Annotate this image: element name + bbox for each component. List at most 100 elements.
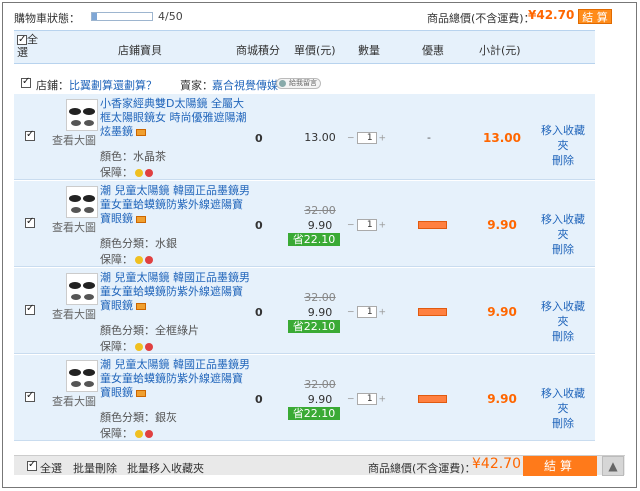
- unit-price: 9.90: [307, 219, 333, 232]
- guarantee-label: 保障：: [100, 340, 133, 353]
- product-title-text[interactable]: 潮 兒童太陽鏡 韓國正品墨鏡男童女童蛤蟆鏡防紫外線遮陽寶寶眼鏡: [100, 271, 250, 312]
- product-title-link[interactable]: 小香家經典雙D太陽鏡 全屬大框太陽眼鏡女 時尚優雅遮陽潮炫墨鏡: [100, 97, 250, 139]
- footer-total-value: ¥42.70: [472, 456, 521, 472]
- qty-minus-button[interactable]: −: [347, 308, 355, 318]
- footer-select-all-label[interactable]: 全選: [40, 460, 62, 476]
- cart-capacity-progress: [91, 12, 153, 21]
- qty-input[interactable]: 1: [356, 219, 377, 231]
- flag-icon: [136, 389, 146, 397]
- delete-item-link[interactable]: 刪除: [536, 329, 590, 344]
- quantity-stepper[interactable]: −1 +: [347, 306, 386, 318]
- qty-input[interactable]: 1: [356, 393, 377, 405]
- qty-minus-button[interactable]: −: [347, 134, 355, 144]
- qty-input[interactable]: 1: [356, 132, 377, 144]
- quantity-stepper[interactable]: −1 +: [347, 219, 386, 231]
- progress-fill: [92, 13, 97, 20]
- delete-item-link[interactable]: 刪除: [536, 416, 590, 431]
- item-subtotal: 9.90: [487, 218, 517, 232]
- footer-select-all-checkbox[interactable]: [27, 459, 37, 471]
- arrow-up-icon[interactable]: ▲: [602, 456, 624, 476]
- guarantee-shield-icon: [145, 256, 153, 264]
- item-actions: 移入收藏夾 刪除: [536, 299, 590, 344]
- store-name-link[interactable]: 比翼劃算還劃算？: [69, 77, 157, 93]
- guarantee-badge-icon: [135, 343, 143, 351]
- qty-input[interactable]: 1: [356, 306, 377, 318]
- product-title-link[interactable]: 潮 兒童太陽鏡 韓國正品墨鏡男童女童蛤蟆鏡防紫外線遮陽寶寶眼鏡: [100, 271, 250, 313]
- product-thumbnail[interactable]: [66, 273, 98, 305]
- select-all-header[interactable]: 全選: [17, 33, 41, 59]
- item-checkbox[interactable]: [25, 216, 35, 228]
- product-thumbnail[interactable]: [66, 186, 98, 218]
- quantity-stepper[interactable]: −1 +: [347, 393, 386, 405]
- item-checkbox[interactable]: [25, 390, 35, 402]
- batch-delete-button[interactable]: 批量刪除: [73, 460, 117, 476]
- original-price: 32.00: [304, 204, 336, 217]
- cart-item-row: 查看大圖潮 兒童太陽鏡 韓國正品墨鏡男童女童蛤蟆鏡防紫外線遮陽寶寶眼鏡顏色分類：…: [14, 181, 595, 267]
- qty-plus-button[interactable]: +: [379, 395, 387, 405]
- guarantee-badge-icon: [135, 256, 143, 264]
- cart-table-header: 全選 店鋪寶貝 商城積分 單價(元) 數量 優惠 小計(元): [14, 30, 595, 64]
- item-points: 0: [255, 132, 263, 145]
- move-to-favorites-link[interactable]: 移入收藏夾: [536, 299, 590, 329]
- delete-item-link[interactable]: 刪除: [536, 242, 590, 257]
- select-all-checkbox[interactable]: [17, 33, 27, 46]
- view-large-image-link[interactable]: 查看大圖: [52, 393, 96, 409]
- flag-icon: [136, 128, 146, 136]
- guarantee-label: 保障：: [100, 253, 133, 266]
- cart-footer: 全選 批量刪除 批量移入收藏夾 商品總價(不含運費)： ¥42.70 結算 ▲: [14, 455, 625, 476]
- saving-badge: 省22.10: [288, 320, 340, 333]
- original-price: 32.00: [304, 291, 336, 304]
- guarantee-badge-icon: [135, 430, 143, 438]
- item-points: 0: [255, 393, 263, 406]
- col-promo: 優惠: [422, 44, 444, 57]
- qty-plus-button[interactable]: +: [379, 134, 387, 144]
- product-title-text[interactable]: 小香家經典雙D太陽鏡 全屬大框太陽眼鏡女 時尚優雅遮陽潮炫墨鏡: [100, 97, 247, 138]
- guarantee-info: 保障：: [100, 164, 153, 180]
- footer-total-label: 商品總價(不含運費)：: [368, 462, 476, 475]
- product-title-text[interactable]: 潮 兒童太陽鏡 韓國正品墨鏡男童女童蛤蟆鏡防紫外線遮陽寶寶眼鏡: [100, 358, 250, 399]
- guarantee-info: 保障：: [100, 251, 153, 267]
- delete-item-link[interactable]: 刪除: [536, 153, 590, 168]
- saving-badge: 省22.10: [288, 407, 340, 420]
- flag-icon: [136, 215, 146, 223]
- view-large-image-link[interactable]: 查看大圖: [52, 132, 96, 148]
- guarantee-shield-icon: [145, 430, 153, 438]
- promo-tag-icon: [418, 221, 447, 229]
- item-checkbox[interactable]: [25, 129, 35, 141]
- product-spec: 顏色：水晶茶: [100, 150, 166, 163]
- message-seller-button[interactable]: 給我留言: [276, 78, 321, 89]
- quantity-stepper[interactable]: −1 +: [347, 132, 386, 144]
- item-checkbox[interactable]: [25, 303, 35, 315]
- checkout-button-top[interactable]: 結 算: [578, 9, 612, 24]
- item-points: 0: [255, 219, 263, 232]
- checkout-button[interactable]: 結算: [523, 456, 597, 476]
- seller-name-link[interactable]: 嘉合視覺傳媒: [212, 77, 278, 93]
- move-to-favorites-link[interactable]: 移入收藏夾: [536, 212, 590, 242]
- qty-minus-button[interactable]: −: [347, 221, 355, 231]
- guarantee-label: 保障：: [100, 166, 133, 179]
- product-thumbnail[interactable]: [66, 360, 98, 392]
- batch-favorite-button[interactable]: 批量移入收藏夾: [127, 460, 204, 476]
- product-spec: 顏色分類：全框綠片: [100, 324, 199, 337]
- saving-badge: 省22.10: [288, 233, 340, 246]
- product-title-link[interactable]: 潮 兒童太陽鏡 韓國正品墨鏡男童女童蛤蟆鏡防紫外線遮陽寶寶眼鏡: [100, 358, 250, 400]
- cart-item-row: 查看大圖潮 兒童太陽鏡 韓國正品墨鏡男童女童蛤蟆鏡防紫外線遮陽寶寶眼鏡顏色分類：…: [14, 355, 595, 441]
- qty-plus-button[interactable]: +: [379, 308, 387, 318]
- cart-status-label: 購物車狀態：: [14, 12, 80, 25]
- qty-plus-button[interactable]: +: [379, 221, 387, 231]
- product-title-link[interactable]: 潮 兒童太陽鏡 韓國正品墨鏡男童女童蛤蟆鏡防紫外線遮陽寶寶眼鏡: [100, 184, 250, 226]
- seller-label: 賣家：: [180, 79, 213, 92]
- product-thumbnail[interactable]: [66, 99, 98, 131]
- product-title-text[interactable]: 潮 兒童太陽鏡 韓國正品墨鏡男童女童蛤蟆鏡防紫外線遮陽寶寶眼鏡: [100, 184, 250, 225]
- move-to-favorites-link[interactable]: 移入收藏夾: [536, 123, 590, 153]
- item-points: 0: [255, 306, 263, 319]
- unit-price: 9.90: [307, 393, 333, 406]
- col-product: 店鋪寶貝: [118, 44, 162, 57]
- guarantee-shield-icon: [145, 343, 153, 351]
- store-checkbox[interactable]: [21, 76, 31, 88]
- view-large-image-link[interactable]: 查看大圖: [52, 219, 96, 235]
- move-to-favorites-link[interactable]: 移入收藏夾: [536, 386, 590, 416]
- view-large-image-link[interactable]: 查看大圖: [52, 306, 96, 322]
- qty-minus-button[interactable]: −: [347, 395, 355, 405]
- guarantee-info: 保障：: [100, 425, 153, 441]
